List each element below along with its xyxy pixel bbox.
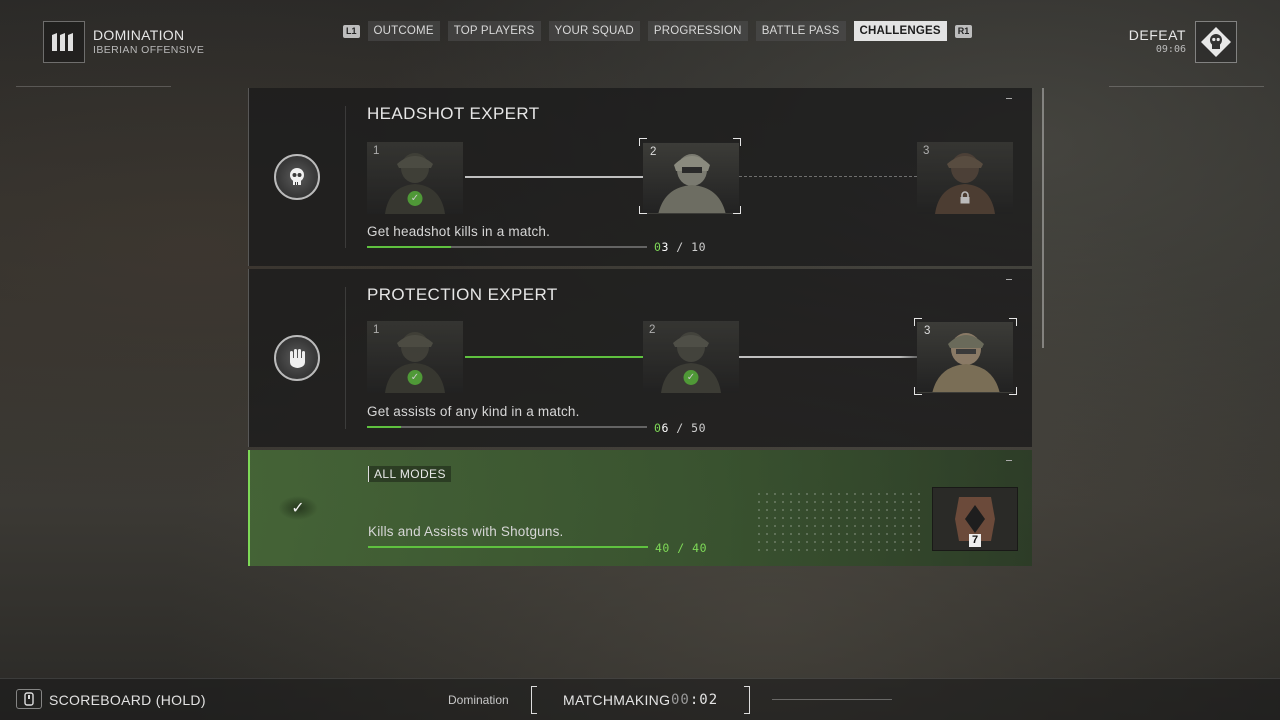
challenge-description: Get headshot kills in a match.: [367, 224, 551, 239]
tier-connector: [739, 356, 917, 358]
decorative-dot-grid: [755, 490, 925, 552]
reward-item[interactable]: 7: [932, 487, 1018, 551]
selection-corner: [733, 138, 741, 146]
check-icon: ✓: [407, 191, 423, 206]
selection-corner: [1009, 318, 1017, 326]
skull-badge-icon: [290, 168, 304, 185]
matchmaking-mode: Domination: [448, 693, 509, 707]
tab-outcome[interactable]: OUTCOME: [367, 21, 440, 41]
tier-3[interactable]: 3: [917, 142, 1013, 214]
matchmaking-timer: 00:02: [671, 692, 719, 708]
reward-count: 7: [969, 534, 982, 547]
mode-title: DOMINATION: [93, 27, 185, 43]
challenge-emblem: [274, 335, 320, 381]
tier-2[interactable]: 2: [643, 142, 739, 214]
matchmaking-label: MATCHMAKING: [563, 692, 671, 708]
divider: [772, 699, 892, 700]
match-time: 09:06: [1155, 44, 1186, 55]
tier-1[interactable]: 1 ✓: [367, 142, 463, 214]
selection-corner: [639, 206, 647, 214]
tab-top-players[interactable]: TOP PLAYERS: [447, 21, 541, 41]
match-result: DEFEAT 09:06: [1129, 27, 1186, 55]
challenge-progress-count: 40 / 40: [655, 541, 707, 555]
divider: [1109, 86, 1264, 87]
skull-diamond-icon: [1201, 27, 1231, 57]
progress-fill: [367, 426, 401, 428]
progress-fill: [368, 546, 648, 548]
challenge-progress-count: 06 / 50: [654, 421, 707, 435]
tier-number: 1: [373, 324, 380, 336]
tier-number: 2: [650, 146, 657, 158]
challenge-progress-bar: [367, 426, 647, 428]
challenge-card-protection[interactable]: PROTECTION EXPERT 1 ✓ 2 ✓ 3 Get assists: [248, 269, 1032, 447]
divider: [345, 106, 346, 248]
challenge-progress-bar: [367, 246, 647, 248]
scoreboard-hint[interactable]: SCOREBOARD (HOLD): [49, 692, 206, 708]
challenge-title: HEADSHOT EXPERT: [367, 104, 540, 123]
bracket-right: [744, 686, 750, 714]
challenge-progress-bar: [368, 546, 648, 548]
soldier-portrait: [658, 154, 726, 213]
check-icon: ✓: [291, 500, 305, 517]
domination-emblem-icon: [52, 33, 73, 51]
bracket-left: [531, 686, 537, 714]
bottom-bar: SCOREBOARD (HOLD) Domination MATCHMAKING…: [0, 678, 1280, 720]
tier-1[interactable]: 1 ✓: [367, 321, 463, 393]
challenge-emblem: ✓: [278, 496, 318, 520]
selection-corner: [733, 206, 741, 214]
mode-emblem: [43, 21, 85, 63]
divider: [345, 287, 346, 429]
hand-shield-badge-icon: [290, 349, 305, 368]
l1-button-hint[interactable]: L1: [343, 24, 360, 38]
tab-your-squad[interactable]: YOUR SQUAD: [548, 21, 640, 41]
challenge-card-headshot[interactable]: HEADSHOT EXPERT 1 ✓ 2 3 Get headshot kil…: [248, 88, 1032, 266]
map-name: IBERIAN OFFENSIVE: [93, 44, 205, 56]
check-icon: ✓: [683, 370, 699, 385]
tier-connector: [465, 176, 643, 178]
modes-tag: ALL MODES: [368, 466, 451, 482]
divider: [16, 86, 171, 87]
challenge-description: Kills and Assists with Shotguns.: [368, 524, 564, 539]
tier-2[interactable]: 2 ✓: [643, 321, 739, 393]
tier-number: 2: [649, 324, 656, 336]
progress-fill: [367, 246, 451, 248]
challenge-title: PROTECTION EXPERT: [367, 285, 558, 304]
challenge-card-shotguns[interactable]: ✓ ALL MODES Kills and Assists with Shotg…: [248, 450, 1032, 566]
challenge-progress-count: 03 / 10: [654, 240, 707, 254]
selection-corner: [1009, 387, 1017, 395]
lock-icon: [960, 191, 970, 204]
selection-corner: [639, 138, 647, 146]
tier-3[interactable]: 3: [917, 321, 1013, 393]
tier-connector: [465, 356, 643, 358]
selection-corner: [914, 387, 922, 395]
result-emblem: [1195, 21, 1237, 63]
r1-button-hint[interactable]: R1: [954, 24, 973, 38]
tier-number: 3: [924, 325, 931, 337]
check-icon: ✓: [407, 370, 423, 385]
challenges-scrollbar[interactable]: [1042, 88, 1044, 348]
collapse-icon[interactable]: [1006, 460, 1012, 461]
tab-battle-pass[interactable]: BATTLE PASS: [755, 21, 846, 41]
results-tabs: L1 OUTCOME TOP PLAYERS YOUR SQUAD PROGRE…: [343, 21, 973, 41]
tier-number: 3: [923, 145, 930, 157]
collapse-icon[interactable]: [1006, 279, 1012, 280]
challenge-emblem: [274, 154, 320, 200]
challenge-description: Get assists of any kind in a match.: [367, 404, 580, 419]
result-label: DEFEAT: [1128, 27, 1186, 43]
tier-connector: [739, 176, 917, 177]
collapse-icon[interactable]: [1006, 98, 1012, 99]
tab-progression[interactable]: PROGRESSION: [647, 21, 748, 41]
soldier-portrait: [932, 333, 1000, 392]
tab-challenges[interactable]: CHALLENGES: [853, 21, 947, 41]
tier-number: 1: [373, 145, 380, 157]
selection-corner: [914, 318, 922, 326]
touchpad-icon[interactable]: [16, 689, 42, 709]
